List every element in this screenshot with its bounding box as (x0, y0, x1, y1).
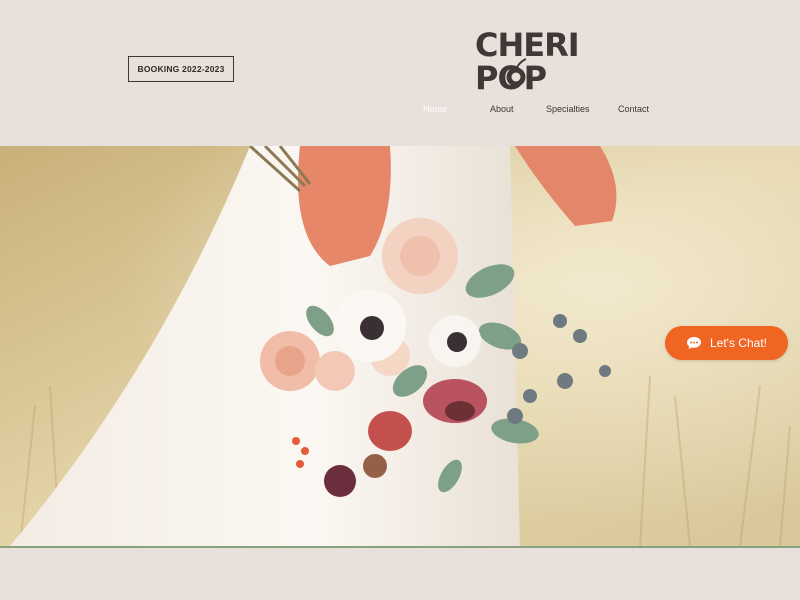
nav-specialties[interactable]: Specialties (546, 104, 590, 114)
site-logo[interactable]: CHERI POP (474, 26, 596, 92)
site-header: BOOKING 2022-2023 CHERI POP Home About S… (0, 0, 800, 146)
nav-home[interactable]: Home (423, 104, 447, 114)
chat-button[interactable]: Let's Chat! (665, 326, 788, 360)
logo-graphic: CHERI POP (475, 26, 580, 92)
nav-about[interactable]: About (490, 104, 514, 114)
nav-contact[interactable]: Contact (618, 104, 649, 114)
chat-bubble-icon (687, 337, 701, 349)
chat-button-label: Let's Chat! (710, 336, 767, 350)
booking-button-label: BOOKING 2022-2023 (137, 64, 225, 74)
page-footer-band (0, 548, 800, 600)
main-navigation: Home About Specialties Contact (400, 104, 680, 118)
booking-button[interactable]: BOOKING 2022-2023 (128, 56, 234, 82)
